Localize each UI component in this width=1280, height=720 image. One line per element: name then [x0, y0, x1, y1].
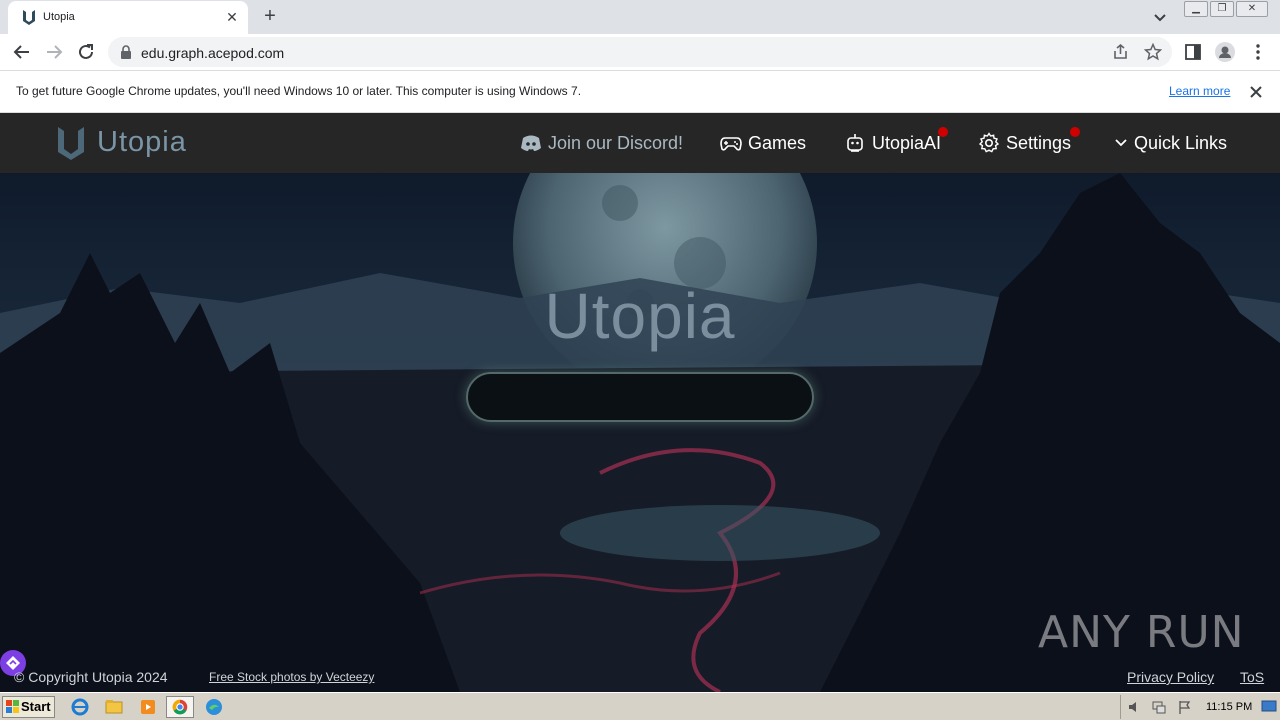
new-tab-button[interactable]: +: [258, 5, 282, 29]
share-icon[interactable]: [1112, 43, 1130, 61]
minimize-button[interactable]: ▁: [1184, 1, 1208, 17]
windows-taskbar: Start 11:15 PM: [0, 692, 1280, 720]
address-bar[interactable]: edu.graph.acepod.com: [108, 37, 1172, 67]
chevron-down-icon[interactable]: [1150, 7, 1170, 27]
footer-privacy-link[interactable]: Privacy Policy: [1127, 669, 1214, 685]
hero-title: Utopia: [544, 280, 736, 352]
show-desktop-icon[interactable]: [1261, 699, 1277, 715]
side-panel-icon[interactable]: [1183, 42, 1203, 62]
media-player-icon[interactable]: [134, 696, 162, 718]
infobar-message: To get future Google Chrome updates, you…: [16, 84, 582, 98]
nav-quick-links-dropdown[interactable]: Quick Links: [1114, 131, 1227, 155]
action-center-flag-icon[interactable]: [1177, 699, 1193, 715]
tab-title: Utopia: [43, 11, 75, 23]
lock-icon[interactable]: [120, 45, 132, 59]
profile-avatar-icon[interactable]: [1215, 42, 1235, 62]
network-icon[interactable]: [1151, 699, 1167, 715]
gamepad-icon: [720, 137, 742, 151]
anyrun-watermark: ANY RUN: [1038, 607, 1245, 658]
file-explorer-icon[interactable]: [100, 696, 128, 718]
back-arrow-icon[interactable]: [11, 41, 33, 63]
utopia-favicon-icon: [23, 10, 35, 25]
page-content: Utopia Join our Discord! Games UtopiaAI …: [0, 113, 1280, 692]
reload-icon[interactable]: [75, 41, 97, 63]
forward-arrow-icon[interactable]: [43, 41, 65, 63]
browser-toolbar: edu.graph.acepod.com: [0, 34, 1280, 71]
edge-icon[interactable]: [200, 696, 228, 718]
tab-close-icon[interactable]: ✕: [223, 8, 241, 26]
nav-settings-link[interactable]: Settings: [978, 131, 1071, 155]
tab-strip: Utopia ✕ + ▁ ❐ ✕: [0, 0, 1280, 34]
search-input[interactable]: [466, 372, 814, 422]
utopia-logo-icon[interactable]: [57, 125, 85, 161]
windows-logo-icon: [6, 700, 19, 713]
discord-icon: [521, 135, 541, 151]
url-text[interactable]: edu.graph.acepod.com: [141, 45, 284, 61]
nav-games-label: Games: [748, 132, 807, 153]
nav-utopiaai-label: UtopiaAI: [872, 132, 942, 153]
footer-copyright: © Copyright Utopia 2024: [14, 669, 168, 685]
kebab-menu-icon[interactable]: [1248, 42, 1268, 62]
close-window-button[interactable]: ✕: [1236, 1, 1268, 17]
gear-icon: [978, 132, 1000, 153]
browser-tab[interactable]: Utopia ✕: [8, 1, 248, 34]
robot-icon: [847, 134, 863, 152]
update-infobar: To get future Google Chrome updates, you…: [0, 71, 1280, 113]
nav-discord-link[interactable]: Join our Discord!: [520, 131, 683, 155]
footer-credit-link[interactable]: Free Stock photos by Vecteezy: [209, 670, 374, 684]
utopiaai-notification-dot: [938, 127, 948, 137]
nav-utopiaai-link[interactable]: UtopiaAI: [844, 131, 941, 155]
volume-icon[interactable]: [1127, 699, 1143, 715]
bookmark-star-icon[interactable]: [1144, 43, 1162, 61]
nav-games-link[interactable]: Games: [720, 131, 806, 155]
chevron-down-icon: [1115, 139, 1127, 147]
learn-more-link[interactable]: Learn more: [1169, 84, 1230, 98]
nav-quick-links-label: Quick Links: [1134, 132, 1228, 153]
site-navbar: Utopia Join our Discord! Games UtopiaAI …: [0, 113, 1280, 173]
nav-settings-label: Settings: [1006, 132, 1072, 153]
system-tray: [1120, 695, 1278, 719]
brand-name[interactable]: Utopia: [97, 126, 187, 159]
chrome-icon[interactable]: [166, 696, 194, 718]
start-button[interactable]: Start: [2, 696, 55, 718]
footer-tos-link[interactable]: ToS: [1240, 669, 1264, 685]
settings-notification-dot: [1070, 127, 1080, 137]
internet-explorer-icon[interactable]: [66, 696, 94, 718]
close-icon[interactable]: [1247, 83, 1265, 101]
start-label: Start: [21, 699, 51, 714]
nav-discord-label: Join our Discord!: [548, 132, 684, 153]
taskbar-clock[interactable]: 11:15 PM: [1206, 701, 1252, 713]
restore-button[interactable]: ❐: [1210, 1, 1234, 17]
